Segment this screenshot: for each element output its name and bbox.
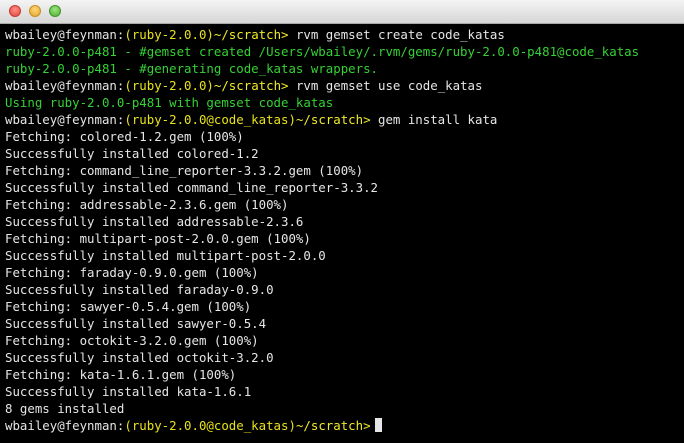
prompt-path: ~/scratch> — [295, 418, 371, 433]
minimize-button[interactable] — [29, 5, 41, 17]
prompt-command: rvm gemset create code_katas — [288, 27, 505, 42]
output-line: Fetching: multipart-post-2.0.0.gem (100%… — [5, 231, 311, 246]
terminal-output[interactable]: wbailey@feynman:(ruby-2.0.0)~/scratch> r… — [0, 24, 684, 443]
output-line: Fetching: colored-1.2.gem (100%) — [5, 129, 244, 144]
output-line: Fetching: octokit-3.2.0.gem (100%) — [5, 333, 259, 348]
prompt-path: ~/scratch> — [295, 112, 371, 127]
output-line: Fetching: command_line_reporter-3.3.2.ge… — [5, 163, 364, 178]
close-button[interactable] — [9, 5, 21, 17]
output-line: Fetching: kata-1.6.1.gem (100%) — [5, 367, 237, 382]
output-line: Fetching: sawyer-0.5.4.gem (100%) — [5, 299, 252, 314]
prompt-line[interactable]: wbailey@feynman:(ruby-2.0.0@code_katas)~… — [5, 417, 382, 434]
output-line: 8 gems installed — [5, 401, 125, 416]
prompt-command: rvm gemset use code_katas — [288, 78, 483, 93]
prompt-user: wbailey@feynman: — [5, 418, 125, 433]
prompt-user: wbailey@feynman: — [5, 112, 125, 127]
prompt-path: ~/scratch> — [213, 78, 289, 93]
output-line: ruby-2.0.0-p481 - #generating code_katas… — [5, 61, 378, 76]
text-cursor — [374, 418, 382, 432]
prompt-gemset: (ruby-2.0.0) — [124, 27, 214, 42]
output-line: Successfully installed faraday-0.9.0 — [5, 282, 274, 297]
prompt-line: wbailey@feynman:(ruby-2.0.0@code_katas)~… — [5, 111, 497, 128]
prompt-command: gem install kata — [370, 112, 498, 127]
prompt-gemset: (ruby-2.0.0@code_katas) — [124, 418, 296, 433]
prompt-user: wbailey@feynman: — [5, 78, 125, 93]
output-line: Successfully installed sawyer-0.5.4 — [5, 316, 267, 331]
output-line: Successfully installed command_line_repo… — [5, 180, 378, 195]
output-line: Successfully installed addressable-2.3.6 — [5, 214, 304, 229]
output-line: Fetching: addressable-2.3.6.gem (100%) — [5, 197, 289, 212]
terminal-window: wbailey@feynman:(ruby-2.0.0)~/scratch> r… — [0, 0, 684, 443]
output-line: Successfully installed multipart-post-2.… — [5, 248, 326, 263]
prompt-user: wbailey@feynman: — [5, 27, 125, 42]
output-line: Successfully installed colored-1.2 — [5, 146, 259, 161]
zoom-button[interactable] — [49, 5, 61, 17]
output-line: ruby-2.0.0-p481 - #gemset created /Users… — [5, 44, 640, 59]
prompt-line: wbailey@feynman:(ruby-2.0.0)~/scratch> r… — [5, 77, 482, 94]
prompt-path: ~/scratch> — [213, 27, 289, 42]
output-line: Using ruby-2.0.0-p481 with gemset code_k… — [5, 95, 334, 110]
output-line: Successfully installed kata-1.6.1 — [5, 384, 252, 399]
prompt-line: wbailey@feynman:(ruby-2.0.0)~/scratch> r… — [5, 26, 505, 43]
output-line: Successfully installed octokit-3.2.0 — [5, 350, 274, 365]
title-bar — [0, 0, 684, 24]
prompt-gemset: (ruby-2.0.0) — [124, 78, 214, 93]
prompt-gemset: (ruby-2.0.0@code_katas) — [124, 112, 296, 127]
output-line: Fetching: faraday-0.9.0.gem (100%) — [5, 265, 259, 280]
